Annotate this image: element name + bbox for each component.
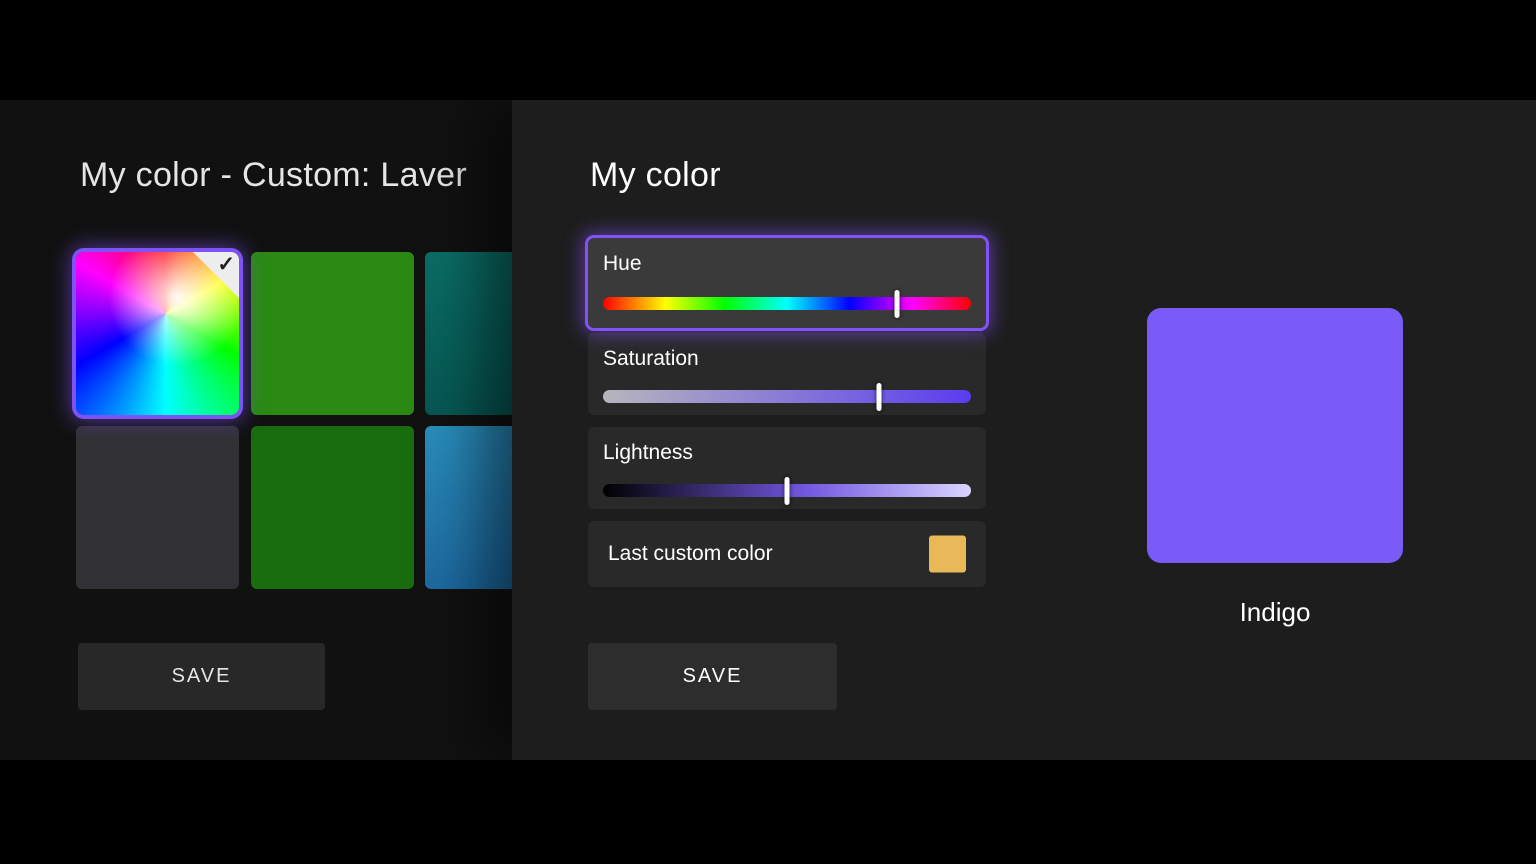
lightness-label: Lightness	[603, 441, 693, 464]
saturation-slider-thumb[interactable]	[876, 382, 882, 411]
saturation-label: Saturation	[603, 347, 699, 370]
color-preview	[1147, 308, 1403, 563]
hue-label: Hue	[603, 252, 642, 275]
save-button[interactable]: SAVE	[588, 643, 837, 710]
swatch-blue[interactable]	[425, 426, 512, 589]
color-preview-label: Indigo	[1239, 597, 1311, 627]
lightness-slider-group[interactable]: Lightness	[588, 427, 986, 509]
custom-color-panel: My color Hue Saturation Lightness Last c…	[512, 100, 1536, 760]
swatch-custom-rainbow[interactable]: ✓	[76, 252, 239, 415]
swatch-green[interactable]	[251, 252, 414, 415]
lightness-slider-track[interactable]	[603, 476, 971, 505]
last-custom-color-swatch	[929, 535, 966, 573]
last-custom-color-label: Last custom color	[608, 542, 773, 565]
saturation-slider-track[interactable]	[603, 382, 971, 411]
check-icon: ✓	[217, 253, 235, 276]
save-button-left[interactable]: SAVE	[78, 643, 325, 710]
color-grid-panel: My color - Custom: Laver ✓ SAVE	[0, 100, 512, 760]
right-panel-title: My color	[590, 156, 721, 194]
left-panel-title: My color - Custom: Laver	[80, 156, 467, 194]
swatch-gray[interactable]	[76, 426, 239, 589]
hue-slider-thumb[interactable]	[894, 289, 900, 318]
swatch-dark-green[interactable]	[251, 426, 414, 589]
lightness-slider-thumb[interactable]	[784, 476, 790, 505]
screen: My color - Custom: Laver ✓ SAVE My color…	[0, 0, 1536, 864]
hue-slider-group[interactable]: Hue	[588, 238, 986, 328]
last-custom-color-row[interactable]: Last custom color	[588, 521, 986, 587]
swatch-teal[interactable]	[425, 252, 512, 415]
hue-slider-track[interactable]	[603, 289, 971, 318]
saturation-slider-group[interactable]: Saturation	[588, 333, 986, 415]
